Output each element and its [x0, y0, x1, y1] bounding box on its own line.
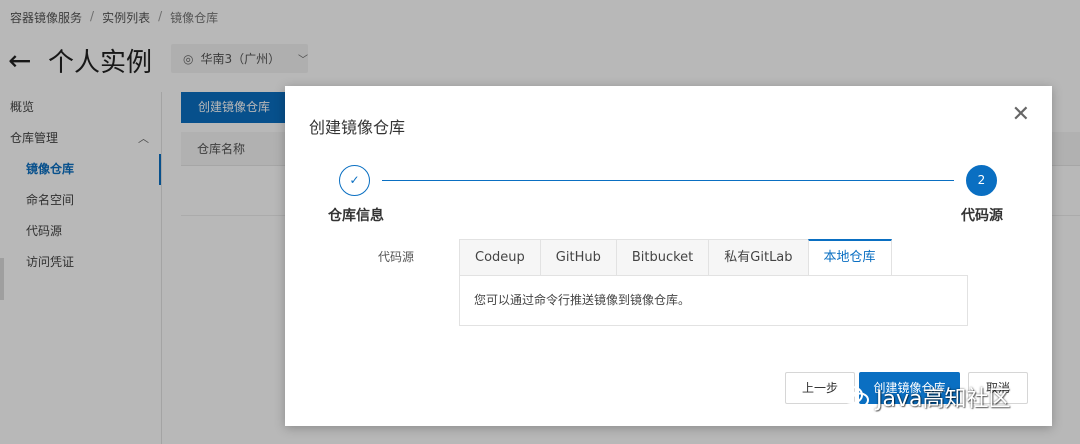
tab-bitbucket[interactable]: Bitbucket — [615, 239, 709, 276]
step-label-repo-info: 仓库信息 — [328, 208, 384, 224]
create-repo-dialog: 创建镜像仓库 ✕ ✓ 2 仓库信息 代码源 代码源 Codeup GitHub … — [285, 86, 1052, 426]
close-icon[interactable]: ✕ — [1012, 104, 1030, 126]
step-connector — [382, 180, 954, 181]
watermark: Java高知社区 — [838, 380, 1010, 414]
tab-github[interactable]: GitHub — [539, 239, 616, 276]
stepper: ✓ 2 仓库信息 代码源 — [285, 164, 1052, 234]
tab-local-repo[interactable]: 本地仓库 — [807, 239, 892, 276]
tab-panel-local-repo: 您可以通过命令行推送镜像到镜像仓库。 — [459, 275, 968, 326]
code-source-tabs: Codeup GitHub Bitbucket 私有GitLab 本地仓库 — [459, 239, 892, 276]
tab-codeup[interactable]: Codeup — [459, 239, 540, 276]
dialog-title: 创建镜像仓库 — [309, 118, 406, 137]
wechat-logo-icon — [841, 386, 869, 408]
code-source-field-label: 代码源 — [378, 250, 415, 264]
step-current-number: 2 — [966, 165, 997, 196]
tab-private-gitlab[interactable]: 私有GitLab — [708, 239, 808, 276]
step-label-code-source: 代码源 — [961, 208, 1003, 224]
step-complete-check-icon: ✓ — [339, 165, 370, 196]
watermark-text: Java高知社区 — [876, 387, 1011, 412]
